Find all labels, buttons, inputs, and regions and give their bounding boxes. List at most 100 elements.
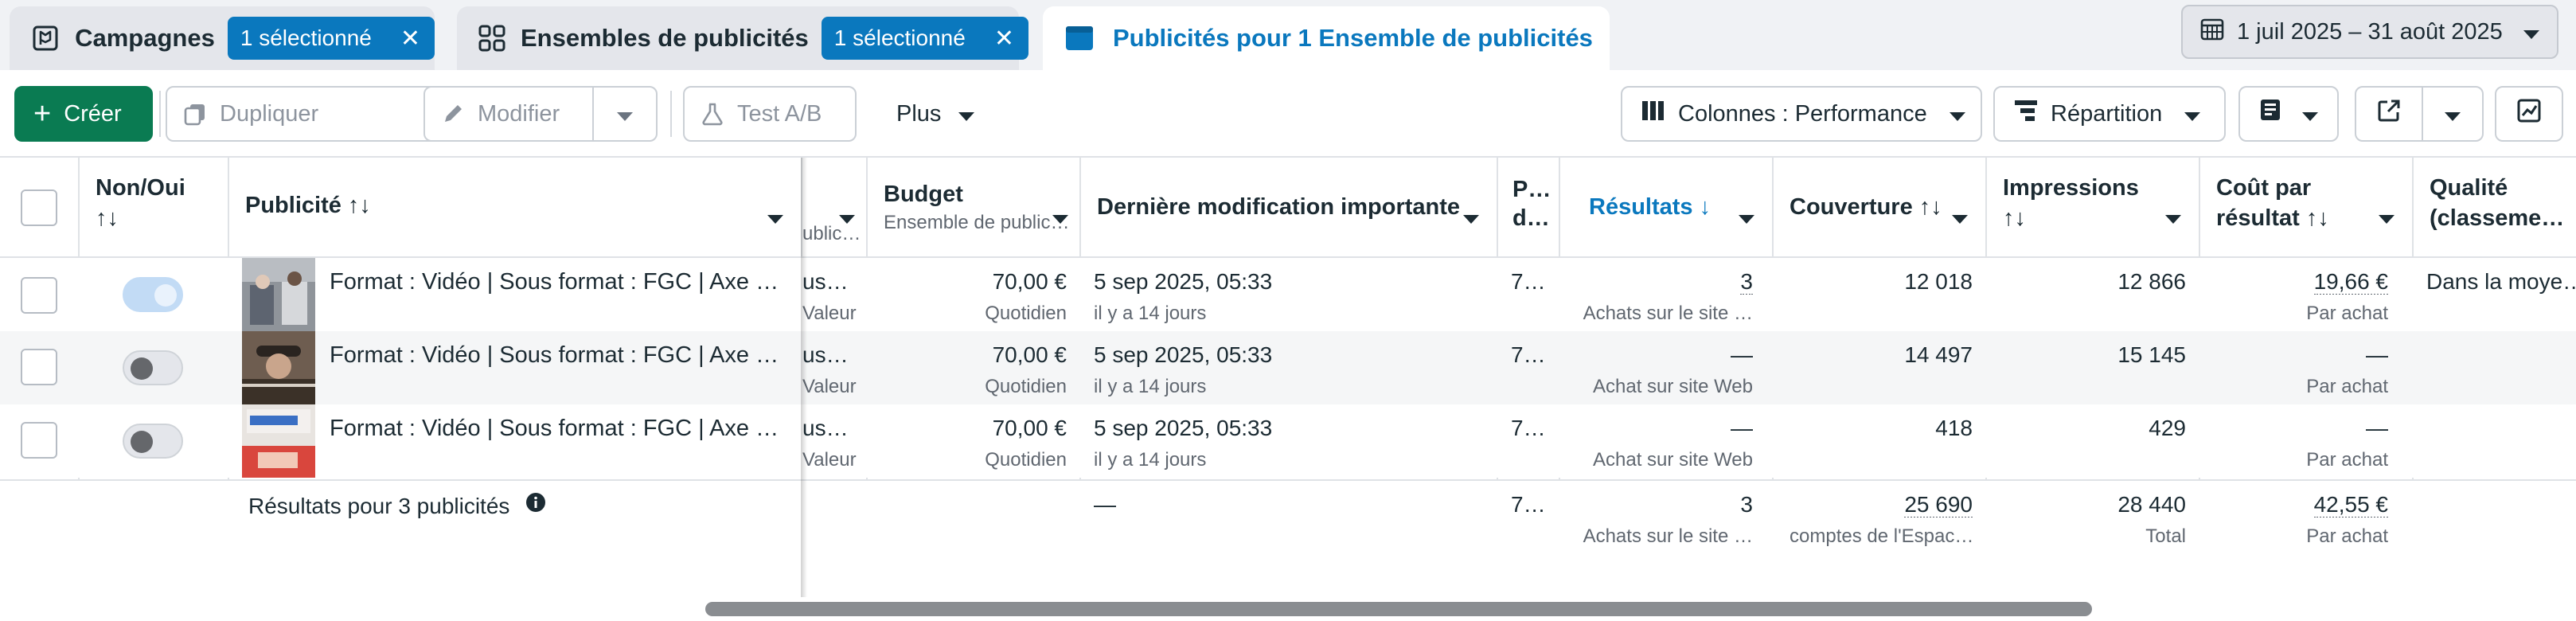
header-impressions[interactable]: Impressions ↑↓ <box>1987 158 2200 258</box>
budget-type: Quotidien <box>985 303 1067 324</box>
header-last-edit[interactable]: Dernière modification importante <box>1081 158 1498 258</box>
chevron-down-icon <box>767 204 783 230</box>
last-edit-ago: il y a 14 jours <box>1094 303 1207 324</box>
ad-name-link[interactable]: Format : Vidéo | Sous format : FGC | Axe… <box>330 342 783 369</box>
tab-campaigns-label: Campagnes <box>75 24 215 52</box>
columns-icon <box>1641 100 1665 127</box>
reach-value: 12 018 <box>1904 269 1973 294</box>
info-icon[interactable] <box>525 492 546 518</box>
table-row[interactable]: Format : Vidéo | Sous format : FGC | Axe… <box>0 258 2576 331</box>
totals-reach: 25 690 <box>1783 492 1973 518</box>
budget-value[interactable]: 70,00 € <box>876 416 1067 441</box>
chevron-down-icon <box>2523 19 2539 45</box>
quality-value: Dans la moye… <box>2426 269 2576 294</box>
row-checkbox[interactable] <box>21 422 57 459</box>
header-clipped-column[interactable]: ublic… <box>802 158 868 258</box>
charts-button[interactable] <box>2495 86 2563 142</box>
results-type: Achats sur le site … <box>1583 303 1753 324</box>
frozen-column-shadow <box>801 158 807 597</box>
row-checkbox[interactable] <box>21 349 57 385</box>
duplicate-label: Dupliquer <box>220 100 319 127</box>
totals-impressions-type: Total <box>2145 525 2186 547</box>
plus-icon: + <box>33 97 52 131</box>
chevron-down-icon <box>958 101 975 127</box>
ad-status-toggle[interactable] <box>123 350 183 385</box>
report-icon <box>2258 97 2285 131</box>
results-number[interactable]: 3 <box>1740 269 1753 295</box>
export-dropdown[interactable] <box>2422 86 2484 142</box>
totals-row: Résultats pour 3 publicités — 7… 3 Achat… <box>0 479 2576 597</box>
last-edit-ago: il y a 14 jours <box>1094 449 1207 471</box>
totals-cpr-number[interactable]: 42,55 € <box>2313 492 2388 518</box>
ad-status-toggle[interactable] <box>123 277 183 312</box>
date-range-label: 1 juil 2025 – 31 août 2025 <box>2237 18 2503 45</box>
cpr-number[interactable]: 19,66 € <box>2313 269 2388 295</box>
create-button[interactable]: + Créer <box>14 86 153 142</box>
p-cell: 7… <box>1511 342 1546 367</box>
chevron-down-icon <box>2379 204 2395 230</box>
tab-ad-sets-label: Ensembles de publicités <box>521 24 809 52</box>
header-quality-label-2: (classeme… <box>2430 205 2565 231</box>
tab-campaigns[interactable]: Campagnes 1 sélectionné ✕ <box>10 6 435 70</box>
reports-button[interactable] <box>2238 86 2339 142</box>
more-button[interactable]: Plus <box>876 86 995 142</box>
header-impressions-label: Impressions <box>2003 175 2139 201</box>
tab-ad-sets[interactable]: Ensembles de publicités 1 sélectionné ✕ <box>457 6 1028 70</box>
cpr-type: Par achat <box>2306 303 2388 324</box>
header-p-column[interactable]: P… d… <box>1498 158 1560 258</box>
header-on-off-label: Non/Oui <box>96 175 185 201</box>
horizontal-scrollbar[interactable] <box>705 602 2092 616</box>
cpr-type: Par achat <box>2306 376 2388 397</box>
toolbar: + Créer Dupliquer Modifier Test A/B Plus… <box>0 70 2576 156</box>
chevron-down-icon <box>1952 204 1968 230</box>
header-quality[interactable]: Qualité (classeme… <box>2414 158 2576 258</box>
sort-icon: ↑↓ <box>2003 205 2026 231</box>
ab-test-button[interactable]: Test A/B <box>683 86 857 142</box>
ad-name-link[interactable]: Format : Vidéo | Sous format : FGC | Axe… <box>330 269 783 295</box>
export-button[interactable] <box>2355 86 2423 142</box>
table-row[interactable]: Format : Vidéo | Sous format : FGC | Axe… <box>0 331 2576 404</box>
select-all-checkbox[interactable] <box>21 189 57 226</box>
header-cost-per-result[interactable]: Coût par résultat ↑↓ <box>2200 158 2414 258</box>
totals-cpr: 42,55 € <box>2210 492 2388 518</box>
campaigns-selection-pill[interactable]: 1 sélectionné ✕ <box>227 17 435 60</box>
results-type: Achat sur site Web <box>1593 376 1753 397</box>
reach-value: 418 <box>1935 416 1973 440</box>
row-checkbox[interactable] <box>21 277 57 314</box>
header-budget-label: Budget <box>884 182 963 207</box>
header-on-off[interactable]: Non/Oui ↑↓ <box>80 158 229 258</box>
edit-button[interactable]: Modifier <box>423 86 594 142</box>
breakdown-label: Répartition <box>2051 100 2163 127</box>
ad-sets-selection-pill[interactable]: 1 sélectionné ✕ <box>821 17 1028 60</box>
p-cell: 7… <box>1511 416 1546 440</box>
header-results[interactable]: Résultats ↓ <box>1560 158 1774 258</box>
budget-value[interactable]: 70,00 € <box>876 269 1067 295</box>
chevron-down-icon <box>1949 101 1965 127</box>
header-budget-sub: Ensemble de public… <box>884 212 1070 233</box>
totals-cpr-type: Par achat <box>2306 525 2388 547</box>
p-cell: 7… <box>1511 269 1546 294</box>
impressions-value: 12 866 <box>2117 269 2186 294</box>
ad-status-toggle[interactable] <box>123 424 183 459</box>
close-icon[interactable]: ✕ <box>400 25 420 53</box>
header-ad[interactable]: Publicité ↑↓ <box>229 158 802 258</box>
budget-value[interactable]: 70,00 € <box>876 342 1067 368</box>
columns-button[interactable]: Colonnes : Performance <box>1621 86 1982 142</box>
close-icon[interactable]: ✕ <box>994 25 1014 53</box>
columns-label: Colonnes : Performance <box>1678 100 1927 127</box>
table-row[interactable]: Format : Vidéo | Sous format : FGC | Axe… <box>0 404 2576 478</box>
header-results-label: Résultats ↓ <box>1589 194 1711 220</box>
tab-ads[interactable]: Publicités pour 1 Ensemble de publicités <box>1043 6 1610 70</box>
breakdown-button[interactable]: Répartition <box>1993 86 2226 142</box>
ad-name-link[interactable]: Format : Vidéo | Sous format : FGC | Axe… <box>330 416 783 442</box>
results-type: Achat sur site Web <box>1593 449 1753 471</box>
clipped-cell-sub: Valeur <box>802 449 857 471</box>
last-edit-ago: il y a 14 jours <box>1094 376 1207 397</box>
header-budget[interactable]: Budget Ensemble de public… <box>868 158 1081 258</box>
totals-reach-number[interactable]: 25 690 <box>1904 492 1973 518</box>
header-reach[interactable]: Couverture ↑↓ <box>1774 158 1987 258</box>
edit-dropdown[interactable] <box>592 86 658 142</box>
date-range-picker[interactable]: 1 juil 2025 – 31 août 2025 <box>2181 5 2558 59</box>
chevron-down-icon <box>1739 204 1754 230</box>
ad-icon <box>1064 22 1095 54</box>
